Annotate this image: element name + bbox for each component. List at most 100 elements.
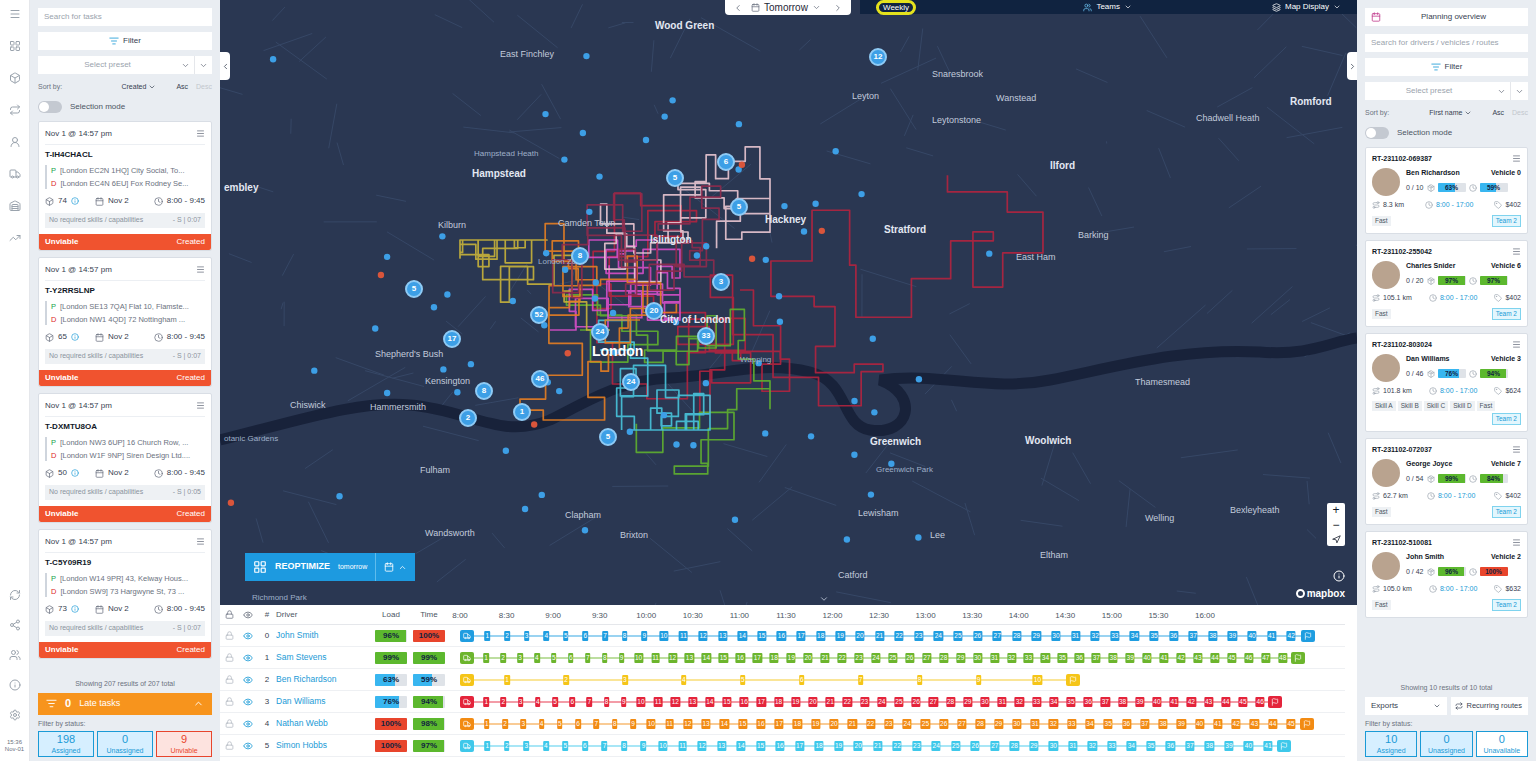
stop-chip[interactable]: 46 — [1256, 697, 1265, 707]
status-filter[interactable]: 198Assigned — [38, 731, 94, 757]
stop-chip[interactable]: 29 — [994, 719, 1003, 729]
stop-chip[interactable]: 24 — [932, 741, 941, 751]
stop-chip[interactable]: 36 — [1075, 653, 1084, 663]
stop-chip[interactable]: 7 — [858, 675, 864, 685]
stop-chip[interactable]: 5 — [552, 697, 558, 707]
timeline-row[interactable]: 1Sam Stevens99%99%1234567891011121314151… — [220, 647, 1345, 669]
driver-link[interactable]: John Smith — [276, 629, 372, 642]
stop-chip[interactable]: 17 — [795, 741, 804, 751]
stop-chip[interactable]: 31 — [998, 697, 1007, 707]
compass-icon[interactable] — [1332, 535, 1341, 544]
stop-chip[interactable]: 36 — [1084, 697, 1093, 707]
stop-chip[interactable]: 33 — [1024, 653, 1033, 663]
stop-chip[interactable]: 23 — [912, 741, 921, 751]
stop-chip[interactable]: 13 — [717, 741, 726, 751]
stop-chip[interactable]: 37 — [1189, 631, 1198, 641]
order-desc[interactable]: Desc — [1512, 108, 1528, 119]
stop-chip[interactable]: 16 — [756, 719, 765, 729]
stop-chip[interactable]: 30 — [980, 697, 989, 707]
order-asc[interactable]: Asc — [1492, 108, 1504, 119]
stop-chip[interactable]: 41 — [1267, 631, 1276, 641]
stop-chip[interactable]: 8 — [602, 653, 608, 663]
stop-chip[interactable]: 25 — [921, 719, 930, 729]
stop-chip[interactable]: 5 — [740, 675, 746, 685]
route-card[interactable]: RT-231102-072037George JoyceVehicle 70 /… — [1365, 438, 1528, 525]
status-filter[interactable]: 9Unviable — [156, 731, 212, 757]
stop-chip[interactable]: 17 — [757, 697, 766, 707]
stop-chip[interactable]: 33 — [1067, 719, 1076, 729]
stop-chip[interactable]: 14 — [705, 697, 714, 707]
order-desc[interactable]: Desc — [196, 82, 212, 93]
stop-chip[interactable]: 21 — [873, 741, 882, 751]
stop-chip[interactable]: 10 — [659, 631, 668, 641]
stop-chip[interactable]: 13 — [701, 719, 710, 729]
date-select[interactable]: Tomorrow — [764, 0, 808, 15]
stop-chip[interactable]: 45 — [1227, 653, 1236, 663]
stop-chip[interactable]: 14 — [738, 631, 747, 641]
stop-chip[interactable]: 29 — [1029, 741, 1038, 751]
stop-cluster-pin[interactable]: 52 — [530, 306, 548, 324]
stop-chip[interactable]: 40 — [1195, 719, 1204, 729]
info-icon[interactable] — [1333, 570, 1345, 582]
stop-chip[interactable]: 30 — [1051, 631, 1060, 641]
stop-chip[interactable]: 18 — [814, 741, 823, 751]
stop-chip[interactable]: 12 — [697, 741, 706, 751]
stop-chip[interactable]: 2 — [501, 697, 507, 707]
task-card[interactable]: Nov 1 @ 14:57 pmT-Y2RRSLNPP[London SE13 … — [38, 257, 212, 387]
lock-icon[interactable] — [225, 741, 234, 750]
stop-chip[interactable]: 19 — [787, 653, 796, 663]
timeline-row[interactable]: 2Ben Richardson63%59%12345678910 — [220, 669, 1345, 691]
stop-chip[interactable]: 9 — [641, 741, 647, 751]
stop-chip[interactable]: 46 — [1244, 653, 1253, 663]
stop-chip[interactable]: 41 — [1159, 653, 1168, 663]
stop-chip[interactable]: 9 — [619, 653, 625, 663]
stop-chip[interactable]: 39 — [1126, 653, 1135, 663]
stop-cluster-pin[interactable]: 24 — [591, 323, 609, 341]
route-track[interactable]: 1234567891011121314151617181920212223242… — [448, 625, 1345, 646]
stop-chip[interactable]: 33 — [1110, 631, 1119, 641]
search-field[interactable]: Search for tasks — [38, 8, 212, 26]
route-card[interactable]: RT-231102-255042Charles SniderVehicle 60… — [1365, 240, 1528, 327]
status-filter[interactable]: 0Unassigned — [1420, 731, 1472, 757]
stop-chip[interactable]: 25 — [888, 653, 897, 663]
stop-chip[interactable]: 4 — [539, 719, 545, 729]
stop-chip[interactable]: 6 — [569, 697, 575, 707]
menu-icon[interactable] — [196, 537, 205, 546]
route-card[interactable]: RT-231102-510081John SmithVehicle 20 / 4… — [1365, 531, 1528, 618]
stop-chip[interactable]: 43 — [1193, 653, 1202, 663]
filter-button[interactable]: Filter — [1365, 58, 1528, 76]
status-filter[interactable]: 10Assigned — [1365, 731, 1417, 757]
stop-chip[interactable]: 15 — [719, 653, 728, 663]
stop-chip[interactable]: 1 — [485, 631, 491, 641]
stop-cluster-pin[interactable]: 8 — [571, 247, 589, 265]
stop-chip[interactable]: 14 — [736, 741, 745, 751]
stop-chip[interactable]: 19 — [834, 741, 843, 751]
driver-link[interactable]: Ben Richardson — [276, 673, 372, 686]
stop-chip[interactable]: 9 — [976, 675, 982, 685]
late-tasks-bar[interactable]: 0Late tasks — [38, 693, 212, 715]
stop-chip[interactable]: 2 — [500, 653, 506, 663]
stop-chip[interactable]: 31 — [1071, 631, 1080, 641]
stop-chip[interactable]: 25 — [953, 631, 962, 641]
stop-chip[interactable]: 42 — [1176, 653, 1185, 663]
timeline-row[interactable]: 0John Smith96%100%1234567891011121314151… — [220, 625, 1345, 647]
nav-icon[interactable] — [9, 709, 21, 721]
stop-chip[interactable]: 28 — [939, 653, 948, 663]
stop-chip[interactable]: 37 — [1140, 719, 1149, 729]
stop-chip[interactable]: 13 — [685, 653, 694, 663]
stop-chip[interactable]: 22 — [893, 741, 902, 751]
stop-chip[interactable]: 9 — [641, 631, 647, 641]
stop-chip[interactable]: 39 — [1135, 697, 1144, 707]
stop-chip[interactable]: 26 — [939, 719, 948, 729]
selection-mode[interactable]: Selection mode — [30, 101, 220, 113]
stop-chip[interactable]: 36 — [1122, 719, 1131, 729]
task-card[interactable]: Nov 1 @ 14:57 pmT-DXMTU8OAP[London NW3 6… — [38, 393, 212, 523]
stop-chip[interactable]: 23 — [860, 697, 869, 707]
stop-chip[interactable]: 2 — [563, 675, 569, 685]
stop-chip[interactable]: 8 — [622, 631, 628, 641]
stop-chip[interactable]: 1 — [484, 719, 490, 729]
stop-cluster-pin[interactable]: 2 — [459, 409, 477, 427]
stop-chip[interactable]: 29 — [1032, 631, 1041, 641]
stop-chip[interactable]: 16 — [736, 653, 745, 663]
stop-chip[interactable]: 14 — [720, 719, 729, 729]
